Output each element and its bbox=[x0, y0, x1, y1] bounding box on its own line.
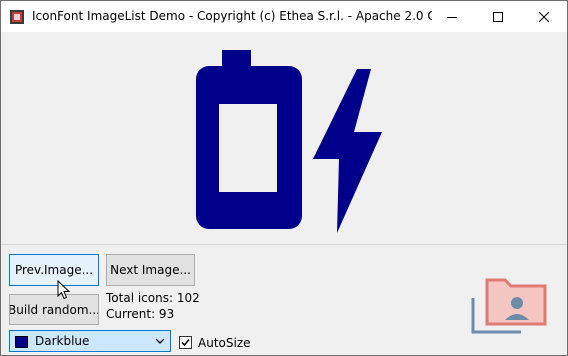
close-icon bbox=[539, 11, 549, 22]
close-button[interactable] bbox=[521, 1, 567, 32]
chevron-down-icon bbox=[155, 338, 165, 344]
checkmark-icon bbox=[181, 339, 190, 347]
current-icon-label: Current: 93 bbox=[106, 307, 175, 321]
title-bar[interactable]: IconFont ImageList Demo - Copyright (c) … bbox=[1, 1, 567, 32]
icon-preview bbox=[196, 50, 382, 233]
next-image-button[interactable]: Next Image... bbox=[106, 254, 195, 286]
maximize-icon bbox=[493, 11, 503, 22]
mouse-cursor-icon bbox=[57, 280, 70, 300]
divider bbox=[1, 244, 567, 245]
minimize-icon bbox=[447, 16, 457, 18]
maximize-button[interactable] bbox=[475, 1, 521, 32]
build-random-button[interactable]: Build random... bbox=[9, 294, 99, 325]
watermark-logo bbox=[471, 278, 547, 334]
autosize-checkbox[interactable] bbox=[179, 336, 192, 349]
autosize-label: AutoSize bbox=[198, 336, 251, 350]
lightning-bolt-icon bbox=[313, 69, 382, 233]
total-icons-label: Total icons: 102 bbox=[106, 291, 200, 305]
color-select[interactable]: Darkblue bbox=[9, 330, 171, 352]
battery-icon bbox=[196, 50, 302, 229]
minimize-button[interactable] bbox=[429, 1, 475, 32]
main-window: IconFont ImageList Demo - Copyright (c) … bbox=[0, 0, 568, 356]
color-swatch bbox=[15, 336, 28, 348]
color-select-value: Darkblue bbox=[35, 334, 90, 348]
app-icon bbox=[10, 10, 24, 24]
prev-image-button[interactable]: Prev.Image... bbox=[9, 254, 99, 286]
window-title: IconFont ImageList Demo - Copyright (c) … bbox=[32, 9, 432, 23]
icon-preview-area bbox=[1, 32, 567, 244]
